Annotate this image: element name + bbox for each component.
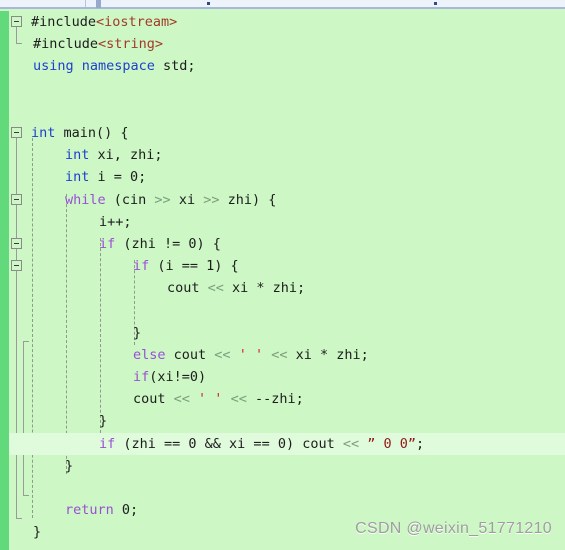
editor-surface[interactable]: #include<iostream> #include<string> usin… bbox=[0, 11, 565, 550]
code-line[interactable]: return 0; bbox=[9, 499, 565, 521]
code-text-area[interactable]: #include<iostream> #include<string> usin… bbox=[9, 11, 565, 550]
code-line[interactable]: while (cin >> xi >> zhi) { bbox=[9, 189, 565, 211]
code-line[interactable]: #include<iostream> bbox=[9, 11, 565, 33]
code-line[interactable]: else cout << ' ' << xi * zhi; bbox=[9, 344, 565, 366]
code-line[interactable]: } bbox=[9, 410, 565, 432]
change-bar bbox=[0, 11, 9, 550]
toolbar-drag-handle[interactable] bbox=[96, 0, 101, 8]
code-line[interactable]: #include<string> bbox=[9, 33, 565, 55]
code-line[interactable]: if (i == 1) { bbox=[9, 255, 565, 277]
code-line[interactable]: using namespace std; bbox=[9, 55, 565, 77]
code-line-empty[interactable] bbox=[9, 299, 565, 321]
toolbar-separator bbox=[85, 0, 86, 7]
code-editor-window: #include<iostream> #include<string> usin… bbox=[0, 0, 565, 550]
code-line[interactable]: cout << xi * zhi; bbox=[9, 277, 565, 299]
code-line-empty[interactable] bbox=[9, 78, 565, 100]
code-line[interactable]: } bbox=[9, 455, 565, 477]
code-line-highlighted[interactable]: if (zhi == 0 && xi == 0) cout << ” 0 0”; bbox=[9, 432, 565, 455]
code-line[interactable]: } bbox=[9, 521, 565, 543]
code-line[interactable]: } bbox=[9, 322, 565, 344]
code-line[interactable]: int i = 0; bbox=[9, 166, 565, 188]
code-line[interactable]: if (zhi != 0) { bbox=[9, 233, 565, 255]
code-line[interactable]: int xi, zhi; bbox=[9, 144, 565, 166]
code-line[interactable]: int main() { bbox=[9, 122, 565, 144]
code-line-empty[interactable] bbox=[9, 477, 565, 499]
code-line[interactable]: cout << ' ' << --zhi; bbox=[9, 388, 565, 410]
code-line-empty[interactable] bbox=[9, 100, 565, 122]
code-line[interactable]: if(xi!=0) bbox=[9, 366, 565, 388]
code-line[interactable]: i++; bbox=[9, 211, 565, 233]
toolbar-icon-dot[interactable] bbox=[207, 2, 210, 5]
toolbar-icon-dot[interactable] bbox=[434, 2, 437, 5]
toolbar-strip[interactable] bbox=[0, 0, 565, 9]
